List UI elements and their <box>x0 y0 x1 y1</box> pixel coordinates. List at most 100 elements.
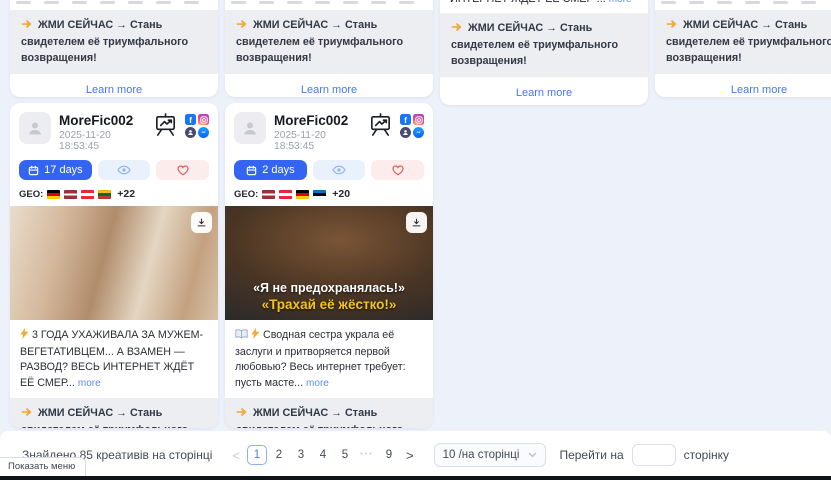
image-overlay-text: «Я не предохранялась!» «Трахай её жёстко… <box>225 281 433 312</box>
geo-row: GEO: +20 <box>234 188 424 200</box>
eye-icon <box>332 165 346 175</box>
chevron-down-icon <box>528 452 537 458</box>
learn-more-link[interactable]: Learn more <box>225 84 433 96</box>
advertiser-name: MoreFic002 <box>274 113 360 128</box>
flag-lt-icon <box>98 190 111 199</box>
pointing-hand-icon <box>666 18 679 34</box>
cta-label: ЖМИ СЕЙЧАС → Стань свидетелем её триумфа… <box>236 407 403 428</box>
goto-page-label: Перейти на <box>559 448 623 462</box>
per-page-select[interactable]: 10 /на сторінці <box>434 443 547 467</box>
more-link[interactable]: more <box>78 378 101 389</box>
goto-page-suffix: сторінку <box>684 448 729 462</box>
download-icon <box>197 217 206 228</box>
favorite-button[interactable] <box>371 160 424 180</box>
learn-more-link[interactable]: Learn more <box>10 84 218 96</box>
presentation-chart-icon[interactable] <box>153 112 178 142</box>
page-4-button[interactable]: 4 <box>313 445 333 465</box>
next-page-button[interactable]: > <box>400 448 420 463</box>
page-2-button[interactable]: 2 <box>269 445 289 465</box>
advertiser-name: MoreFic002 <box>59 113 145 128</box>
days-running-button[interactable]: 17 days <box>19 160 92 180</box>
page-3-button[interactable]: 3 <box>291 445 311 465</box>
download-icon <box>412 217 421 228</box>
zap-icon <box>251 328 260 345</box>
flag-at-icon <box>81 190 94 199</box>
cta-label: ЖМИ СЕЙЧАС → Стань свидетелем её триумфа… <box>666 19 831 64</box>
ad-cta-text: ЖМИ СЕЙЧАС → Стань свидетелем её триумфа… <box>10 10 218 74</box>
zap-icon <box>20 328 29 345</box>
geo-more-count: +22 <box>117 188 135 200</box>
calendar-icon <box>246 165 257 176</box>
pointing-hand-icon <box>451 21 464 37</box>
prev-page-button[interactable]: < <box>226 448 246 463</box>
cutoff-row-fragment <box>661 1 831 4</box>
more-link[interactable]: more <box>306 378 329 389</box>
facebook-icon: f <box>185 114 196 125</box>
creative-datetime: 2025-11-20 18:53:45 <box>59 130 145 152</box>
ad-cta-text: ЖМИ СЕЙЧАС → Стань свидетелем её триумфа… <box>655 10 831 74</box>
flag-de-icon <box>296 190 309 199</box>
card-actions: 17 days <box>19 160 209 180</box>
audience-network-icon <box>185 127 196 138</box>
pointing-hand-icon <box>21 18 34 34</box>
person-icon <box>26 119 44 137</box>
page-5-button[interactable]: 5 <box>335 445 355 465</box>
creative-image <box>10 206 218 320</box>
eye-icon <box>117 165 131 175</box>
heart-icon <box>392 165 404 176</box>
cutoff-row-fragment <box>16 1 212 4</box>
cta-label: ЖМИ СЕЙЧАС → Стань свидетелем её триумфа… <box>236 19 403 64</box>
messenger-icon <box>198 127 209 138</box>
heart-icon <box>177 165 189 176</box>
flag-ee-icon <box>313 190 326 199</box>
status-tooltip: Показать меню <box>0 457 86 476</box>
flag-de-icon <box>47 190 60 199</box>
instagram-icon <box>198 114 209 125</box>
learn-more-link[interactable]: Learn more <box>655 84 831 96</box>
advertiser-avatar <box>19 112 51 144</box>
creative-body-text: 3 ГОДА УХАЖИВАЛА ЗА МУЖЕМ-ВЕГЕТАТИВЦЕМ..… <box>10 320 218 391</box>
calendar-icon <box>28 165 39 176</box>
goto-page-input[interactable] <box>632 444 676 466</box>
pagination-bar: Знайдено 85 креативів на сторінці < 1 2 … <box>0 431 831 476</box>
messenger-icon <box>413 127 424 138</box>
creative-body-text: Сводная сестра украла её заслуги и притв… <box>225 320 433 391</box>
ad-cta-text: ЖМИ СЕЙЧАС → Стань свидетелем её триумфа… <box>440 13 648 77</box>
card-actions: 2 days <box>234 160 424 180</box>
creative-datetime: 2025-11-20 18:53:45 <box>274 130 360 152</box>
creative-card-partial: ЖМИ СЕЙЧАС → Стань свидетелем её триумфа… <box>655 0 831 97</box>
ad-cta-text: ЖМИ СЕЙЧАС → Стань свидетелем её триумфа… <box>10 398 218 428</box>
creative-card-partial: ИНТЕРНЕТ ЖДЁТ ЕЁ СМЕР ... more ЖМИ СЕЙЧА… <box>440 0 648 105</box>
presentation-chart-icon[interactable] <box>368 112 393 142</box>
geo-more-count: +20 <box>332 188 350 200</box>
page-9-button[interactable]: 9 <box>379 445 399 465</box>
page-1-button[interactable]: 1 <box>247 445 267 465</box>
open-book-icon <box>235 329 248 345</box>
cutoff-row-fragment <box>231 1 427 4</box>
views-button[interactable] <box>98 160 151 180</box>
geo-row: GEO: +22 <box>19 188 209 200</box>
pointing-hand-icon <box>21 406 34 422</box>
creative-card: MoreFic002 2025-11-20 18:53:45 f 17 days… <box>10 103 218 428</box>
cta-label: ЖМИ СЕЙЧАС → Стань свидетелем её триумфа… <box>451 22 618 67</box>
views-button[interactable] <box>313 160 366 180</box>
creative-card: MoreFic002 2025-11-20 18:53:45 f 2 days … <box>225 103 433 428</box>
days-running-button[interactable]: 2 days <box>234 160 307 180</box>
truncated-body-text: ИНТЕРНЕТ ЖДЁТ ЕЁ СМЕР ... more <box>440 0 648 5</box>
pointing-hand-icon <box>236 18 249 34</box>
creative-image: «Я не предохранялась!» «Трахай её жёстко… <box>225 206 433 320</box>
geo-flags <box>47 190 111 199</box>
download-image-button[interactable] <box>406 212 427 233</box>
audience-network-icon <box>400 127 411 138</box>
geo-flags <box>262 190 326 199</box>
card-header: MoreFic002 2025-11-20 18:53:45 f <box>10 103 218 152</box>
pages-ellipsis[interactable]: ••• <box>357 445 377 465</box>
download-image-button[interactable] <box>191 212 212 233</box>
learn-more-link[interactable]: Learn more <box>440 87 648 99</box>
more-link[interactable]: more <box>609 0 632 5</box>
person-icon <box>241 119 259 137</box>
instagram-icon <box>413 114 424 125</box>
advertiser-avatar <box>234 112 266 144</box>
favorite-button[interactable] <box>156 160 209 180</box>
ad-cta-text: ЖМИ СЕЙЧАС → Стань свидетелем её триумфа… <box>225 10 433 74</box>
